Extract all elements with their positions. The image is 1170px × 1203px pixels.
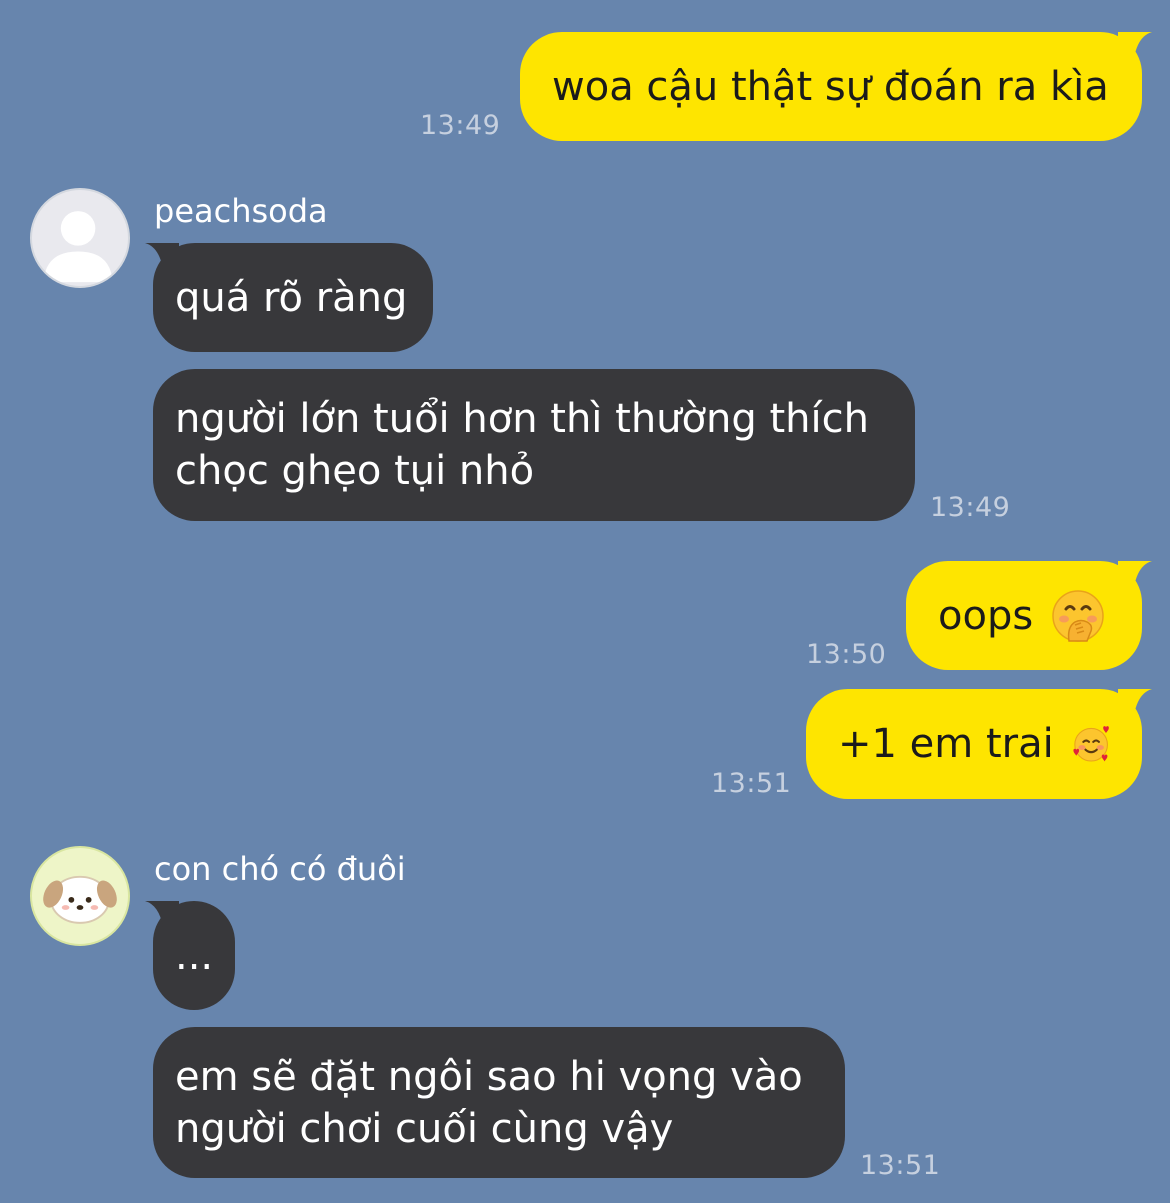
incoming-message-bubble[interactable]: người lớn tuổi hơn thì thường thích chọc…: [153, 369, 915, 521]
message-timestamp: 13:50: [806, 639, 887, 670]
sender-name: con chó có đuôi: [154, 850, 406, 888]
message-timestamp: 13:49: [420, 110, 501, 141]
message-text: oops: [938, 592, 1034, 639]
incoming-message-bubble[interactable]: em sẽ đặt ngôi sao hi vọng vào người chơ…: [153, 1027, 845, 1178]
bubble-tail-icon: [1118, 32, 1152, 58]
smiling-face-with-hearts-emoji-icon: [1073, 726, 1109, 762]
message-timestamp: 13:51: [711, 768, 792, 799]
puppy-avatar-icon: [43, 875, 117, 924]
sender-name: peachsoda: [154, 192, 328, 230]
avatar[interactable]: [30, 846, 130, 946]
message-timestamp: 13:49: [930, 492, 1011, 523]
outgoing-message-bubble[interactable]: oops: [906, 561, 1142, 670]
message-text: +1 em trai: [838, 721, 1054, 767]
bubble-tail-icon: [1118, 561, 1152, 587]
message-text: quá rõ ràng: [175, 274, 408, 321]
outgoing-message-bubble[interactable]: woa cậu thật sự đoán ra kìa: [520, 32, 1142, 141]
bubble-tail-icon: [1118, 689, 1152, 715]
message-text-line: người lớn tuổi hơn thì thường thích: [175, 396, 869, 442]
message-text-line: em sẽ đặt ngôi sao hi vọng vào: [175, 1053, 803, 1100]
outgoing-message-bubble[interactable]: +1 em trai: [806, 689, 1142, 799]
message-text: ...: [175, 932, 214, 979]
avatar[interactable]: [30, 188, 130, 288]
message-text-line: người chơi cuối cùng vậy: [175, 1105, 674, 1152]
message-text: woa cậu thật sự đoán ra kìa: [552, 63, 1109, 110]
incoming-message-bubble[interactable]: quá rõ ràng: [153, 243, 433, 352]
hand-over-mouth-emoji-icon: [1052, 589, 1104, 642]
message-text-line: chọc ghẹo tụi nhỏ: [175, 448, 535, 494]
default-user-avatar-icon: [43, 211, 113, 283]
bubble-tail-icon: [145, 243, 179, 269]
message-timestamp: 13:51: [860, 1150, 941, 1181]
bubble-tail-icon: [145, 901, 179, 927]
